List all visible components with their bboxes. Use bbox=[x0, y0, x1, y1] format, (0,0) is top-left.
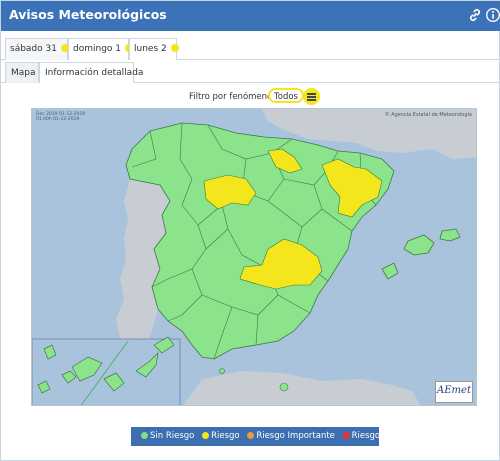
yellow-dot-icon bbox=[202, 431, 210, 439]
map-copyright: © Agencia Estatal de Meteorología bbox=[384, 112, 472, 118]
warnings-map[interactable]: Dec 2019 01-12-2019 01 00h 01-12-2019 © … bbox=[31, 108, 477, 406]
legend-item-extreme-risk: Riesgo Extremo bbox=[342, 431, 419, 441]
info-icon[interactable] bbox=[485, 7, 500, 23]
hamburger-menu-icon[interactable] bbox=[303, 88, 320, 105]
map-timestamp: Dec 2019 01-12-2019 01 00h 01-12-2019 bbox=[36, 112, 86, 122]
spain-mainland[interactable] bbox=[125, 122, 395, 360]
aemet-logo: AEmet bbox=[435, 381, 473, 403]
warning-dot-icon bbox=[170, 44, 179, 52]
view-tabs: Mapa Información detallada bbox=[1, 62, 500, 83]
green-dot-icon bbox=[141, 431, 148, 439]
tab-day-monday[interactable]: lunes 2 bbox=[129, 38, 179, 60]
legend-item-risk: Riesgo bbox=[202, 431, 240, 441]
tab-day-label: lunes 2 bbox=[134, 44, 167, 54]
widget-title: Avisos Meteorológicos bbox=[9, 7, 167, 22]
risk-legend: Sin Riesgo Riesgo Riesgo Importante Ries… bbox=[131, 427, 419, 446]
tab-detailed-info[interactable]: Información detallada bbox=[39, 62, 143, 83]
tab-day-sunday[interactable]: domingo 1 bbox=[68, 38, 133, 60]
orange-dot-icon bbox=[247, 431, 255, 439]
red-dot-icon bbox=[342, 431, 350, 439]
tab-day-label: sábado 31 bbox=[10, 44, 57, 54]
melilla[interactable] bbox=[279, 382, 289, 392]
widget-header: Avisos Meteorológicos bbox=[1, 1, 500, 31]
filter-label: Filtro por fenómenos: bbox=[189, 92, 280, 102]
phenomena-filter: Filtro por fenómenos: Todos bbox=[1, 87, 500, 105]
weather-warnings-widget: Avisos Meteorológicos sábado 31 domingo … bbox=[0, 0, 500, 461]
tab-day-label: domingo 1 bbox=[73, 44, 121, 54]
ceuta[interactable] bbox=[219, 368, 225, 374]
tab-map[interactable]: Mapa bbox=[5, 62, 39, 83]
africa-region bbox=[183, 371, 421, 405]
spain-map bbox=[32, 109, 476, 405]
legend-item-important-risk: Riesgo Importante bbox=[247, 431, 335, 441]
day-tabs: sábado 31 domingo 1 lunes 2 bbox=[1, 38, 500, 60]
tab-day-saturday[interactable]: sábado 31 bbox=[5, 38, 69, 60]
legend-item-no-risk: Sin Riesgo bbox=[141, 431, 194, 441]
link-icon[interactable] bbox=[467, 7, 483, 23]
filter-select[interactable]: Todos bbox=[268, 88, 304, 103]
ibiza-island[interactable] bbox=[381, 262, 399, 280]
mallorca-island[interactable] bbox=[403, 234, 435, 256]
menorca-island[interactable] bbox=[439, 228, 461, 242]
